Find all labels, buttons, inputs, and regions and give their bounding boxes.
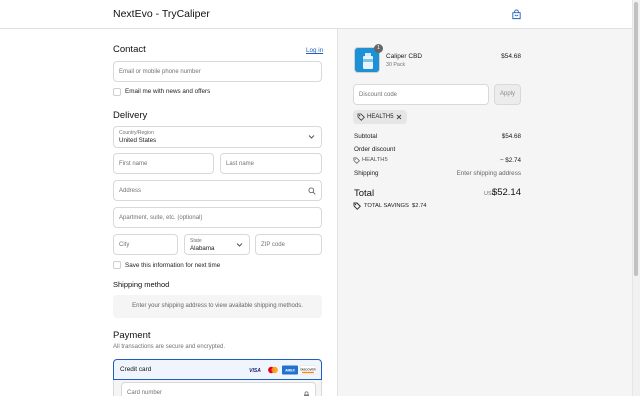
shopping-bag-icon[interactable] [511,9,522,20]
applied-code: HEALTH5 [367,114,394,120]
contact-heading: Contact [113,44,146,55]
shipping-label: Shipping [354,170,379,177]
card-number-field[interactable]: Card number [121,382,316,396]
state-label: State [190,238,202,244]
zip-field[interactable]: ZIP code [255,234,322,255]
save-info-label: Save this information for next time [125,262,221,269]
chevron-down-icon [236,242,243,247]
total-savings-label: TOTAL SAVINGS [364,203,409,209]
svg-text:DISCOVER: DISCOVER [300,368,316,372]
tag-icon [357,113,365,121]
state-select[interactable]: State Alabama [184,234,250,255]
total-value: $52.14 [491,187,521,198]
newsletter-label: Email me with news and offers [125,88,211,95]
last-name-field[interactable]: Last name [220,153,322,174]
save-info-checkbox[interactable] [113,261,121,269]
email-placeholder: Email or mobile phone number [119,68,201,75]
lock-icon [304,391,309,396]
total-savings-value: $2.74 [412,203,427,209]
city-field[interactable]: City [113,234,178,255]
shipping-method-heading: Shipping method [113,280,170,289]
savings-tag-icon [353,202,361,210]
store-name[interactable]: NextEvo - TryCaliper [113,8,210,20]
applied-discount-chip: HEALTH5 [353,110,407,124]
discover-icon: DISCOVER [300,365,316,375]
email-field[interactable]: Email or mobile phone number [113,61,322,82]
shipping-method-notice: Enter your shipping address to view avai… [113,295,322,318]
header: NextEvo - TryCaliper [0,0,632,29]
country-value: United States [119,137,157,144]
visa-icon: VISA [249,368,261,374]
discount-code-field[interactable]: Discount code [353,84,489,105]
mastercard-icon [268,366,278,374]
last-name-placeholder: Last name [226,160,255,167]
amex-icon: AMEX [282,365,298,375]
product-price: $54.68 [501,53,521,60]
country-label: Country/Region [119,130,154,136]
tag-icon [353,157,360,164]
payment-subtitle: All transactions are secure and encrypte… [113,344,226,350]
product-name: Caliper CBD [386,53,423,60]
first-name-field[interactable]: First name [113,153,214,174]
apartment-placeholder: Apartment, suite, etc. (optional) [119,214,203,221]
city-placeholder: City [119,241,130,248]
product-variant: 30 Pack [386,62,406,68]
state-value: Alabama [190,245,215,252]
quantity-badge: 1 [374,44,383,53]
login-link[interactable]: Log in [306,47,323,54]
newsletter-checkbox[interactable] [113,88,121,96]
scrollbar-thumb[interactable] [634,2,638,276]
credit-card-label: Credit card [120,366,152,373]
address-placeholder: Address [119,187,142,194]
discount-code-label: HEALTH5 [362,157,388,163]
apply-button[interactable]: Apply [494,84,521,105]
subtotal-value: $54.68 [501,133,521,140]
country-select[interactable]: Country/Region United States [113,126,322,148]
address-field[interactable]: Address [113,180,322,201]
svg-text:AMEX: AMEX [285,369,296,373]
order-discount-label: Order discount [354,146,396,153]
svg-text:VISA: VISA [249,368,261,374]
card-number-placeholder: Card number [127,390,163,396]
discount-placeholder: Discount code [359,91,398,98]
payment-heading: Payment [113,330,151,341]
close-icon[interactable] [396,114,402,120]
first-name-placeholder: First name [119,160,148,167]
discount-value: − $2.74 [499,157,521,164]
apartment-field[interactable]: Apartment, suite, etc. (optional) [113,207,322,228]
zip-placeholder: ZIP code [261,241,285,248]
shipping-method-message: Enter your shipping address to view avai… [132,303,303,309]
search-icon [308,187,316,195]
delivery-heading: Delivery [113,110,148,121]
total-label: Total [354,188,375,199]
subtotal-label: Subtotal [354,133,378,140]
credit-card-option[interactable]: Credit card VISA AMEX DISCOVER [113,359,322,380]
chevron-down-icon [308,135,315,139]
shipping-value: Enter shipping address [456,170,521,177]
card-details-section: Card number [113,380,322,396]
